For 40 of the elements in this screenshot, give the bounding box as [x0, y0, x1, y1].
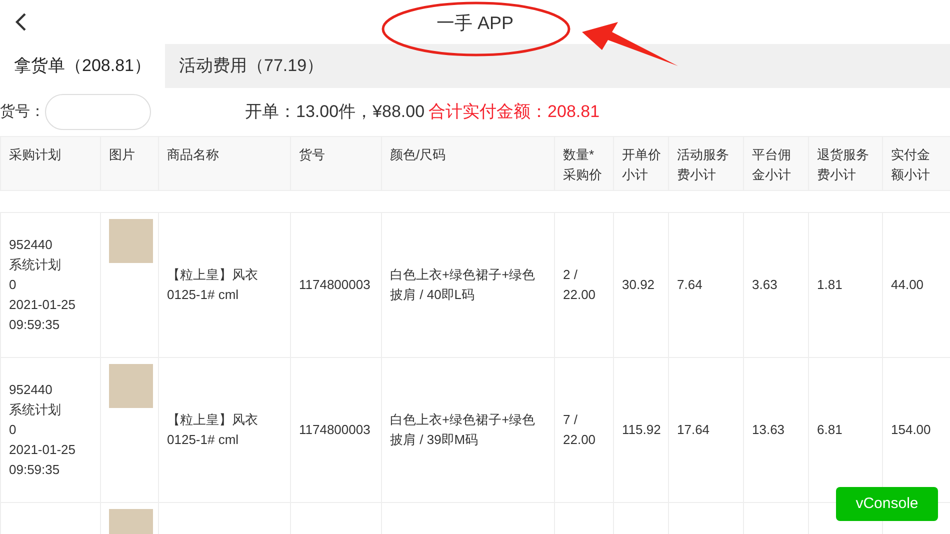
table-cell: 115.92 — [622, 422, 661, 437]
table-cell-text: 白色上衣+绿色裙子+绿色披肩 / 40即L码 — [390, 266, 536, 304]
page-title: 一手 APP — [435, 12, 515, 35]
table-cell: 【粒上皇】风衣 0125-1# cml — [167, 267, 258, 302]
column-header: 实付金额小计 — [891, 146, 930, 184]
table-cell: 30.92 — [622, 277, 655, 292]
table-cell: 1174800003 — [299, 422, 370, 437]
summary-text: 开单：13.00件，¥88.00 — [245, 101, 425, 124]
column-header: 数量* 采购价 — [563, 147, 602, 182]
table-cell: 1174800003 — [299, 277, 370, 292]
table-cell: 1.81 — [817, 277, 842, 292]
back-icon[interactable] — [15, 12, 27, 32]
table-cell: 7 / 22.00 — [563, 412, 596, 447]
column-header: 平台佣金小计 — [752, 146, 791, 184]
column-header: 开单价小计 — [622, 146, 661, 184]
table-cell: 7.64 — [677, 277, 702, 292]
column-header: 商品名称 — [167, 147, 219, 162]
tab[interactable]: 拿货单（208.81） — [0, 44, 165, 88]
input-field[interactable] — [45, 94, 151, 130]
table-cell: 【粒上皇】风衣 0125-1# cml — [167, 412, 258, 447]
table-cell: 154.00 — [891, 422, 931, 437]
table-cell: 2 / 22.00 — [563, 267, 596, 302]
table-cell: 6.81 — [817, 422, 842, 437]
photo-placeholder — [109, 219, 153, 263]
column-header: 活动服务费小计 — [677, 146, 729, 184]
table-cell: 952440 系统计划 0 2021-01-25 09:59:35 — [9, 382, 76, 477]
total-amount: 合计实付金额：208.81 — [428, 101, 600, 124]
table-cell: 3.63 — [752, 277, 778, 292]
column-header: 退货服务费小计 — [817, 146, 869, 184]
table-cell: 17.64 — [677, 422, 710, 437]
table-cell: 952440 系统计划 0 2021-01-25 09:59:35 — [9, 237, 76, 332]
column-header: 货号 — [299, 147, 325, 162]
column-header: 颜色/尺码 — [390, 147, 446, 162]
table-cell: 44.00 — [891, 277, 924, 292]
photo-placeholder — [109, 364, 153, 408]
column-header: 采购计划 — [9, 147, 61, 162]
filter-label: 货号： — [0, 102, 45, 122]
table-cell: 13.63 — [752, 422, 785, 437]
column-header: 图片 — [109, 147, 135, 162]
table-cell-text: 白色上衣+绿色裙子+绿色披肩 / 39即M码 — [390, 411, 536, 449]
